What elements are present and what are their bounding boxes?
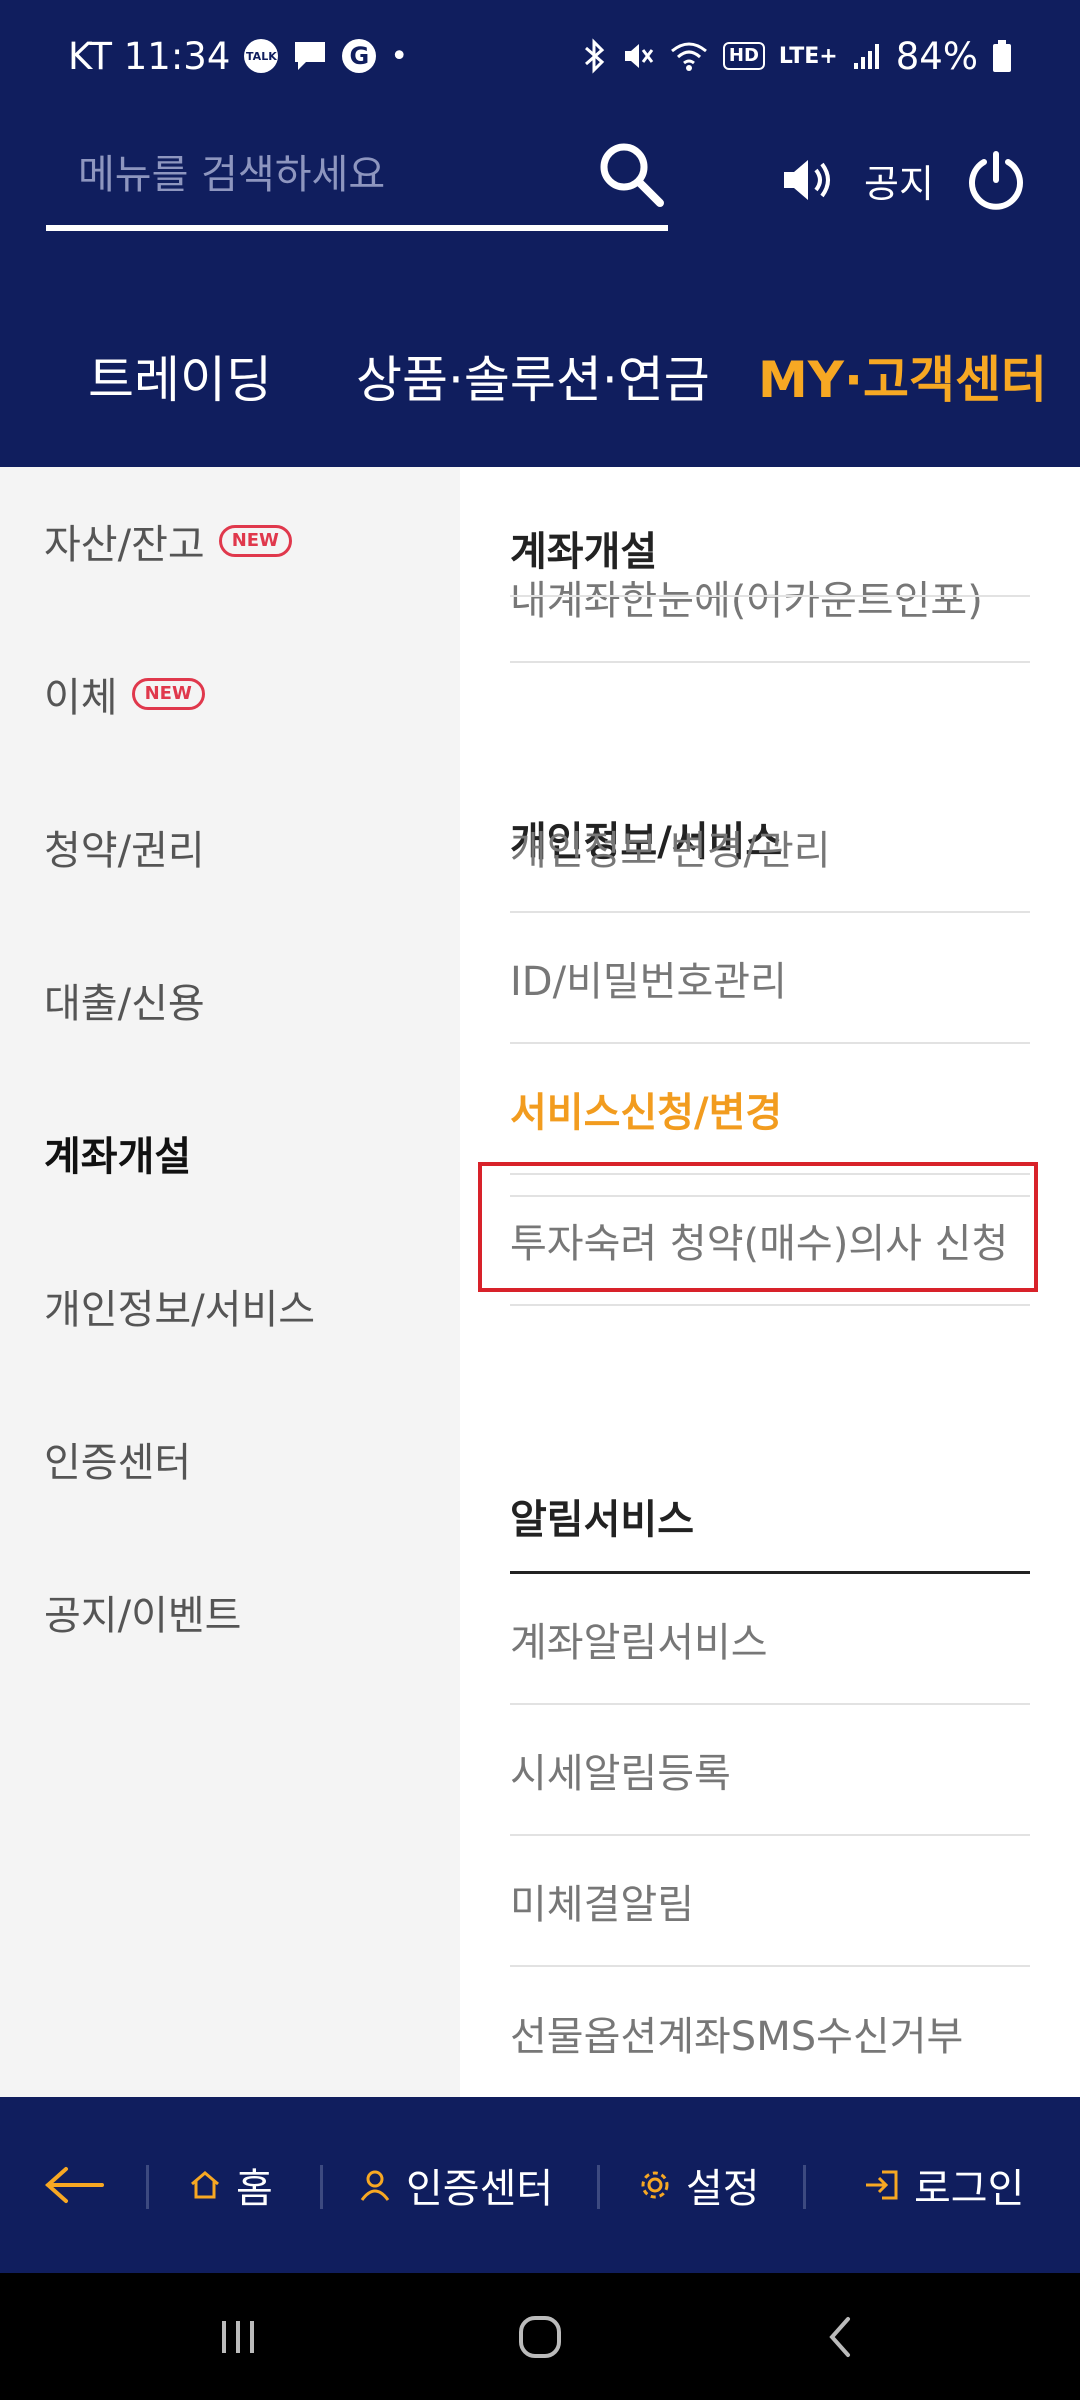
notice-link[interactable]: 공지 [864, 153, 934, 208]
menu-item-account-opening[interactable]: 계좌개설 [44, 1119, 191, 1187]
menu-item-label: 청약/권리 [44, 828, 205, 874]
home-system-icon[interactable] [510, 2307, 570, 2367]
settings-label: 설정 [686, 2166, 760, 2212]
highlight-box [478, 1162, 1038, 1292]
nav-separator [597, 2165, 600, 2209]
bluetooth-icon [583, 38, 607, 74]
cert-center-label: 인증센터 [406, 2166, 554, 2212]
tab-products[interactable]: 상품·솔루션·연금 [356, 340, 710, 412]
menu-item-label: 이체 [44, 675, 118, 721]
wifi-icon [669, 39, 709, 73]
login-label: 로그인 [914, 2166, 1025, 2212]
submenu-item-id-password[interactable]: ID/비밀번호관리 [510, 914, 1030, 1044]
menu-item-label: 대출/신용 [44, 981, 205, 1027]
hd-voice-icon: HD [722, 42, 765, 70]
lte-icon: LTE+ [778, 43, 838, 69]
menu-item-label: 공지/이벤트 [44, 1593, 242, 1639]
back-system-icon[interactable] [812, 2307, 872, 2367]
submenu-item-account-alert[interactable]: 계좌알림서비스 [510, 1575, 1030, 1705]
submenu-item-unfilled-alert[interactable]: 미체결알림 [510, 1837, 1030, 1967]
new-badge: NEW [218, 525, 292, 557]
tab-my-customer-center[interactable]: MY·고객센터 [758, 340, 1047, 412]
speaker-icon[interactable] [780, 153, 834, 207]
submenu-item-futures-sms-reject[interactable]: 선물옵션계좌SMS수신거부 [510, 1968, 1030, 2098]
system-nav-bar [0, 2273, 1080, 2400]
message-icon [292, 39, 328, 73]
battery-percent: 84% [895, 34, 978, 78]
submenu-item-service-application[interactable]: 서비스신청/변경 [510, 1045, 1030, 1175]
power-icon[interactable] [964, 148, 1028, 212]
left-category-menu: 자산/잔고 NEW 이체 NEW 청약/권리 대출/신용 계좌개설 개인정보/서… [0, 467, 460, 2097]
cert-center-button[interactable]: 인증센터 [358, 2097, 553, 2273]
menu-item-notice-event[interactable]: 공지/이벤트 [44, 1578, 241, 1646]
back-arrow-icon[interactable] [44, 2097, 118, 2273]
mute-icon [621, 39, 655, 73]
home-icon [191, 2171, 219, 2199]
home-label: 홈 [236, 2166, 273, 2212]
submenu-item-personal-info-change[interactable]: 개인정보 변경/관리 [510, 783, 1030, 913]
section-divider [510, 1571, 1030, 1574]
search-icon[interactable] [594, 137, 668, 211]
menu-item-subscription[interactable]: 청약/권리 [44, 813, 205, 881]
bottom-nav: 홈 인증센터 설정 로그인 [0, 2097, 1080, 2273]
gear-icon [641, 2171, 669, 2199]
carrier-time: KT 11:34 [68, 34, 231, 78]
nav-separator [146, 2165, 149, 2209]
menu-search-bar [46, 125, 668, 231]
battery-icon [992, 39, 1012, 73]
search-input[interactable] [76, 139, 600, 211]
recent-apps-icon[interactable] [208, 2307, 268, 2367]
menu-item-personal-info[interactable]: 개인정보/서비스 [44, 1272, 315, 1340]
login-button[interactable]: 로그인 [862, 2097, 1024, 2273]
home-button[interactable]: 홈 [188, 2097, 273, 2273]
menu-item-cert-center[interactable]: 인증센터 [44, 1425, 191, 1493]
main-tabs: 트레이딩 상품·솔루션·연금 MY·고객센터 [0, 340, 1080, 430]
new-badge: NEW [131, 678, 205, 710]
menu-item-label: 계좌개설 [44, 1134, 192, 1180]
nav-separator [320, 2165, 323, 2209]
submenu-item-price-alert[interactable]: 시세알림등록 [510, 1706, 1030, 1836]
signal-icon [852, 41, 882, 71]
kakaotalk-icon: TALK [244, 39, 279, 73]
tab-trading[interactable]: 트레이딩 [88, 340, 272, 412]
header-actions: 공지 [780, 140, 1028, 220]
nav-separator [803, 2165, 806, 2209]
settings-button[interactable]: 설정 [638, 2097, 760, 2273]
menu-item-label: 자산/잔고 [44, 522, 205, 568]
app-header: KT 11:34 TALK G • HD LTE+ 84% 메뉴를 검색하세요 … [0, 0, 1080, 467]
menu-item-label: 개인정보/서비스 [44, 1287, 316, 1333]
more-dot: • [390, 38, 409, 74]
menu-item-assets[interactable]: 자산/잔고 NEW [44, 507, 292, 575]
section-title-alert-service: 알림서비스 [510, 1497, 694, 1543]
menu-item-loan[interactable]: 대출/신용 [44, 966, 205, 1034]
login-icon [866, 2170, 898, 2200]
menu-item-transfer[interactable]: 이체 NEW [44, 660, 205, 728]
user-icon [360, 2170, 390, 2201]
menu-item-label: 인증센터 [44, 1440, 192, 1486]
status-bar: KT 11:34 TALK G • HD LTE+ 84% [68, 28, 1012, 84]
google-icon: G [342, 39, 377, 73]
